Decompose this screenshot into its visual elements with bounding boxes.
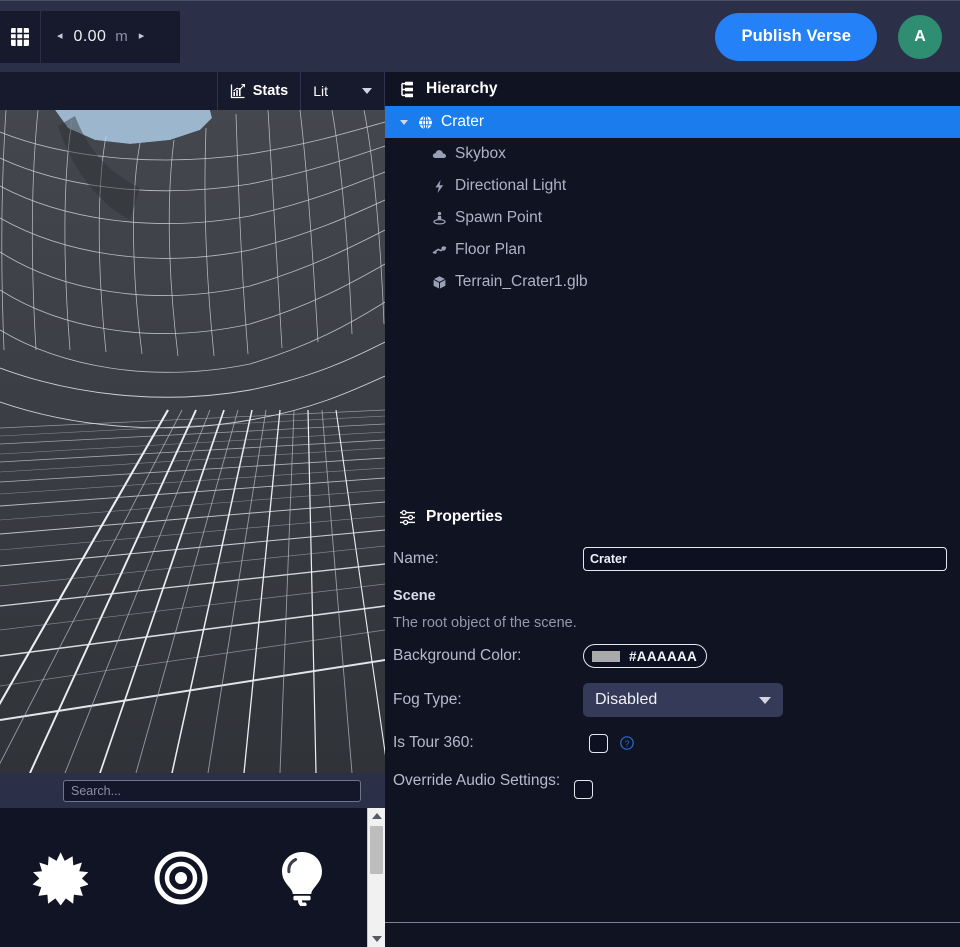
property-row-name: Name: <box>385 544 960 574</box>
floor-plan-icon <box>427 243 451 258</box>
is-tour-360-checkbox[interactable] <box>589 733 608 753</box>
search-input[interactable] <box>63 779 361 802</box>
property-row-fog-type: Fog Type: Disabled <box>385 683 960 717</box>
snap-unit: m <box>115 28 128 45</box>
asset-search-bar <box>0 773 385 808</box>
hierarchy-list: Crater Skybox Directional Light Spawn Po… <box>385 106 960 298</box>
asset-item-bullseye[interactable] <box>121 808 242 947</box>
properties-title: Properties <box>426 508 503 525</box>
property-row-is-tour-360: Is Tour 360: ? <box>385 728 960 758</box>
override-audio-checkbox[interactable] <box>574 780 593 799</box>
panel-divider <box>385 922 960 923</box>
snap-value[interactable]: 0.00 <box>74 28 107 46</box>
cube-icon <box>427 275 451 290</box>
grid-icon <box>11 27 29 46</box>
is-tour-360-controls: ? <box>583 733 634 753</box>
hierarchy-item-label: Directional Light <box>455 177 567 194</box>
asset-grid <box>0 808 362 947</box>
hierarchy-item-label: Crater <box>441 113 485 130</box>
lightning-bolt-icon <box>427 179 451 194</box>
scene-section-title: Scene <box>393 588 436 604</box>
property-row-background-color: Background Color: #AAAAAA <box>385 641 960 671</box>
grid-snap-toggle-button[interactable] <box>0 10 40 63</box>
scene-section-description: The root object of the scene. <box>393 615 577 631</box>
expand-collapse-caret-icon[interactable] <box>395 119 413 125</box>
hierarchy-item-terrain-glb[interactable]: Terrain_Crater1.glb <box>385 266 960 298</box>
chart-line-icon <box>230 84 245 99</box>
hierarchy-item-label: Floor Plan <box>455 241 526 258</box>
scroll-down-arrow-icon[interactable] <box>368 931 386 947</box>
hierarchy-item-label: Skybox <box>455 145 506 162</box>
sliders-icon <box>400 509 415 525</box>
hierarchy-item-crater[interactable]: Crater <box>385 106 960 138</box>
editor-root: ◂ 0.00 m ▸ Publish Verse A Stats Lit Sea… <box>0 0 960 947</box>
svg-text:?: ? <box>625 738 630 748</box>
tree-structure-icon <box>401 81 413 97</box>
asset-item-starburst[interactable] <box>0 808 121 947</box>
publish-verse-button[interactable]: Publish Verse <box>715 12 877 61</box>
asset-item-lightbulb[interactable] <box>241 808 362 947</box>
background-color-picker[interactable]: #AAAAAA <box>583 644 708 668</box>
name-label: Name: <box>393 549 439 567</box>
top-bar: ◂ 0.00 m ▸ Publish Verse A <box>0 0 960 72</box>
hierarchy-title: Hierarchy <box>426 80 498 97</box>
is-tour-360-label: Is Tour 360: <box>393 733 474 751</box>
right-panel: Hierarchy Crater Skybox Directional Ligh… <box>385 72 960 947</box>
hierarchy-item-skybox[interactable]: Skybox <box>385 138 960 170</box>
scrollbar-thumb[interactable] <box>370 826 383 874</box>
background-color-label: Background Color: <box>393 646 522 664</box>
globe-icon <box>413 115 437 130</box>
shading-mode-select[interactable]: Lit <box>301 72 336 110</box>
snap-decrement-button[interactable]: ◂ <box>55 29 65 44</box>
override-audio-label: Override Audio Settings: <box>393 772 561 789</box>
lightbulb-icon <box>281 851 322 906</box>
hierarchy-item-directional-light[interactable]: Directional Light <box>385 170 960 202</box>
snap-increment-button[interactable]: ▸ <box>137 29 147 44</box>
fog-type-label: Fog Type: <box>393 690 462 708</box>
snap-value-group: ◂ 0.00 m ▸ <box>40 10 180 63</box>
chevron-down-icon <box>759 696 771 704</box>
bullseye-icon <box>154 851 208 904</box>
shading-mode-value: Lit <box>313 83 328 99</box>
hierarchy-item-label: Terrain_Crater1.glb <box>455 273 588 290</box>
avatar[interactable]: A <box>898 14 942 59</box>
asset-scrollbar[interactable] <box>367 808 385 947</box>
asset-browser <box>0 808 385 947</box>
question-circle-icon[interactable]: ? <box>620 736 634 750</box>
scroll-up-arrow-icon[interactable] <box>368 808 386 824</box>
property-row-override-audio: Override Audio Settings: <box>385 769 960 799</box>
viewport-3d[interactable] <box>0 110 385 773</box>
terrain-wireframe-render <box>0 110 385 773</box>
chevron-down-icon[interactable] <box>362 88 372 94</box>
hierarchy-header: Hierarchy <box>385 72 960 106</box>
color-swatch <box>592 650 620 662</box>
fog-type-select[interactable]: Disabled <box>583 683 783 717</box>
hierarchy-item-spawn-point[interactable]: Spawn Point <box>385 202 960 234</box>
stats-button[interactable]: Stats <box>218 72 300 110</box>
hierarchy-item-floor-plan[interactable]: Floor Plan <box>385 234 960 266</box>
cloud-icon <box>427 147 451 162</box>
starburst-icon <box>32 851 89 906</box>
properties-header: Properties <box>385 500 960 534</box>
override-audio-controls <box>568 769 593 799</box>
properties-section: Properties Name: Scene The root object o… <box>385 500 960 923</box>
properties-form: Name: Scene The root object of the scene… <box>385 534 960 799</box>
stats-label: Stats <box>252 83 289 99</box>
viewport-toolbar: Stats Lit <box>0 72 385 110</box>
hierarchy-item-label: Spawn Point <box>455 209 543 226</box>
spawn-point-icon <box>427 211 451 226</box>
fog-type-value: Disabled <box>595 691 658 708</box>
name-input[interactable] <box>583 547 947 571</box>
background-color-value: #AAAAAA <box>629 648 698 664</box>
